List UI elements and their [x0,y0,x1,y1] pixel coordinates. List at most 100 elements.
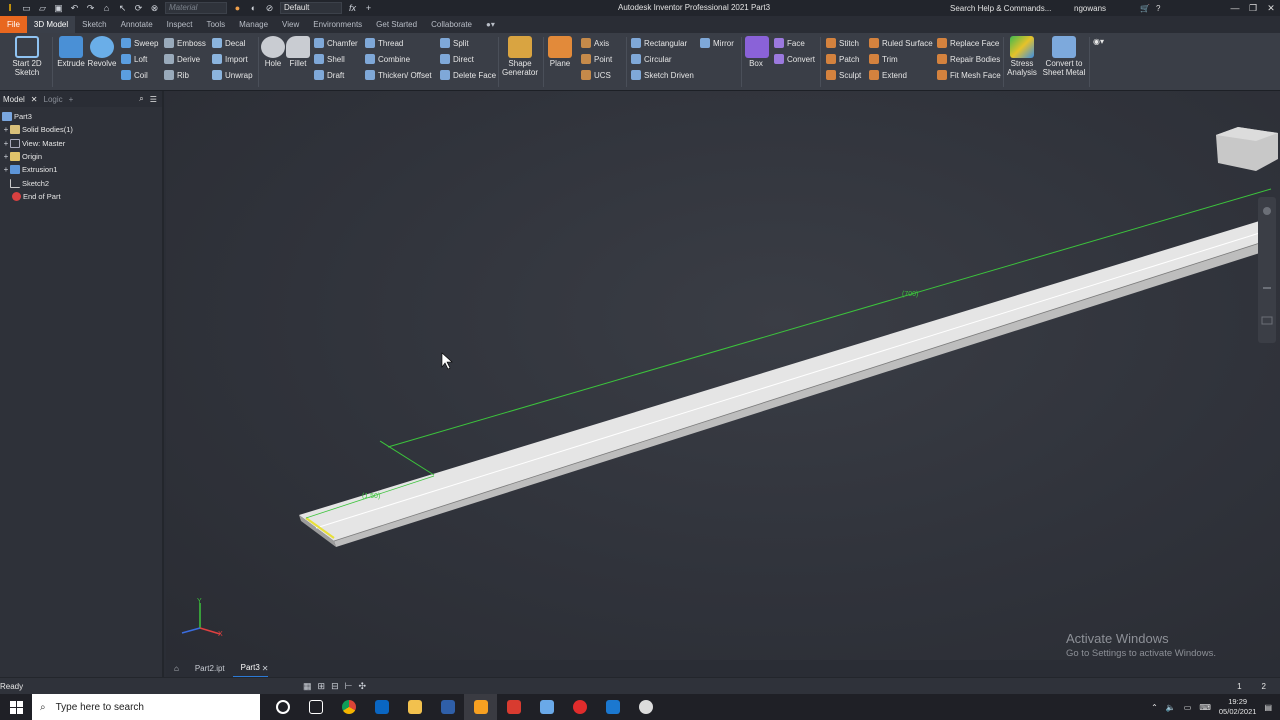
add-tab-icon[interactable]: + [69,95,74,104]
tree-node-solid-bodies[interactable]: + Solid Bodies(1) [0,123,162,136]
tab-inspect[interactable]: Inspect [160,16,200,33]
sketch-driven-button[interactable]: Sketch Driven [631,70,694,80]
delete-face-button[interactable]: Delete Face [440,70,496,80]
fillet-button[interactable]: Fillet [286,36,310,68]
tab-3d-model[interactable]: 3D Model [26,16,76,33]
direct-button[interactable]: Direct [440,54,474,64]
circular-pattern-button[interactable]: Circular [631,54,672,64]
acrobat-icon[interactable] [497,694,530,720]
fx-icon[interactable]: fx [347,3,358,14]
appearance-dropdown[interactable]: Default [280,2,342,14]
ruled-surface-button[interactable]: Ruled Surface [869,38,933,48]
menu-icon[interactable]: ☰ [150,95,157,104]
convert-sheet-metal-button[interactable]: Convert to Sheet Metal [1040,36,1088,77]
help-icon[interactable]: ? [1156,4,1160,13]
split-button[interactable]: Split [440,38,469,48]
new-icon[interactable]: ▭ [21,3,32,14]
close-tab-icon[interactable]: ✕ [262,660,269,677]
tree-node-view-master[interactable]: + View: Master [0,137,162,150]
taskbar-search[interactable]: ⌕ Type here to search [32,694,260,720]
face-button[interactable]: Face [774,38,805,48]
thread-button[interactable]: Thread [365,38,403,48]
point-button[interactable]: Point [581,54,612,64]
grid-icon[interactable]: ▦ [303,681,312,692]
expand-icon[interactable]: + [2,163,10,176]
box-button[interactable]: Box [745,36,769,68]
stitch-button[interactable]: Stitch [826,38,859,48]
file-explorer-icon[interactable] [398,694,431,720]
notifications-icon[interactable]: ▤ [1264,703,1272,712]
linkedin-icon[interactable] [365,694,398,720]
clock[interactable]: 19:29 05/02/2021 [1219,697,1257,717]
shell-button[interactable]: Shell [314,54,345,64]
extend-button[interactable]: Extend [869,70,907,80]
hole-button[interactable]: Hole [261,36,285,68]
tab-collaborate[interactable]: Collaborate [424,16,479,33]
mail-icon[interactable] [596,694,629,720]
trim-button[interactable]: Trim [869,54,898,64]
tree-node-extrusion1[interactable]: + Extrusion1 [0,163,162,176]
mirror-button[interactable]: Mirror [700,38,734,48]
model-canvas[interactable]: (700) (1.50) Y X [166,91,1280,660]
combine-button[interactable]: Combine [365,54,410,64]
volume-icon[interactable]: 🔈 [1166,703,1176,712]
select-icon[interactable]: ↖ [117,3,128,14]
pan-icon[interactable] [1263,287,1271,289]
tab-annotate[interactable]: Annotate [114,16,160,33]
task-view-icon[interactable] [299,694,332,720]
tree-node-origin[interactable]: + Origin [0,150,162,163]
tab-sketch[interactable]: Sketch [75,16,113,33]
expand-icon[interactable]: + [2,137,10,150]
windows-start-icon[interactable] [0,694,32,720]
doc-tab-part2[interactable]: Part2.ipt [187,660,233,677]
replace-face-button[interactable]: Replace Face [937,38,999,48]
plane-button[interactable]: Plane [546,36,574,68]
close-icon[interactable]: ✕ [1262,0,1280,16]
obs-icon[interactable] [629,694,662,720]
convert-button[interactable]: Convert [774,54,815,64]
tab-extra-icon[interactable]: ●▾ [479,16,502,33]
draft-button[interactable]: Draft [314,70,344,80]
tree-node-part3[interactable]: Part3 [0,110,162,123]
sculpt-button[interactable]: Sculpt [826,70,861,80]
decal-button[interactable]: Decal [212,38,245,48]
recorder-icon[interactable] [563,694,596,720]
stress-analysis-button[interactable]: Stress Analysis [1005,36,1039,77]
redo-icon[interactable]: ↷ [85,3,96,14]
bar-top-face[interactable] [299,219,1266,541]
infer-icon[interactable]: ✣ [358,681,366,692]
navigation-bar[interactable] [1258,197,1276,343]
user-menu[interactable]: ngowans [1074,4,1134,13]
clear-icon[interactable]: ⊘ [264,3,275,14]
fit-mesh-face-button[interactable]: Fit Mesh Face [937,70,1001,80]
import-button[interactable]: Import [212,54,248,64]
derive-button[interactable]: Derive [164,54,200,64]
dimension-short-text[interactable]: (1.50) [362,493,380,500]
revit-icon[interactable] [431,694,464,720]
adjust-icon[interactable]: ◐ [248,3,259,14]
tab-get-started[interactable]: Get Started [369,16,424,33]
start-2d-sketch-button[interactable]: Start 2D Sketch [6,36,48,77]
dimension-icon[interactable]: ⊢ [345,681,353,692]
dimension-long-text[interactable]: (700) [902,291,918,298]
tab-view[interactable]: View [275,16,306,33]
cart-icon[interactable]: 🛒 [1140,4,1150,13]
undo-icon[interactable]: ↶ [69,3,80,14]
minimize-icon[interactable]: — [1226,0,1244,16]
tab-file[interactable]: File [0,16,27,33]
loft-button[interactable]: Loft [121,54,147,64]
save-icon[interactable]: ▣ [53,3,64,14]
ribbon-options-icon[interactable]: ◉▾ [1093,37,1104,46]
repair-bodies-button[interactable]: Repair Bodies [937,54,1000,64]
restore-icon[interactable]: ❐ [1244,0,1262,16]
search-help-input[interactable]: Search Help & Commands... [950,4,1068,13]
graphics-viewport[interactable]: (700) (1.50) Y X Activate Windows Go to … [166,91,1280,660]
unwrap-button[interactable]: Unwrap [212,70,253,80]
chamfer-button[interactable]: Chamfer [314,38,358,48]
material-dropdown[interactable]: Material [165,2,227,14]
expand-icon[interactable]: + [2,123,10,136]
ime-icon[interactable]: ⌨ [1199,703,1211,712]
tab-logic[interactable]: Logic [44,95,63,104]
inventor-logo-icon[interactable]: I [4,2,16,14]
extrude-button[interactable]: Extrude [56,36,86,68]
